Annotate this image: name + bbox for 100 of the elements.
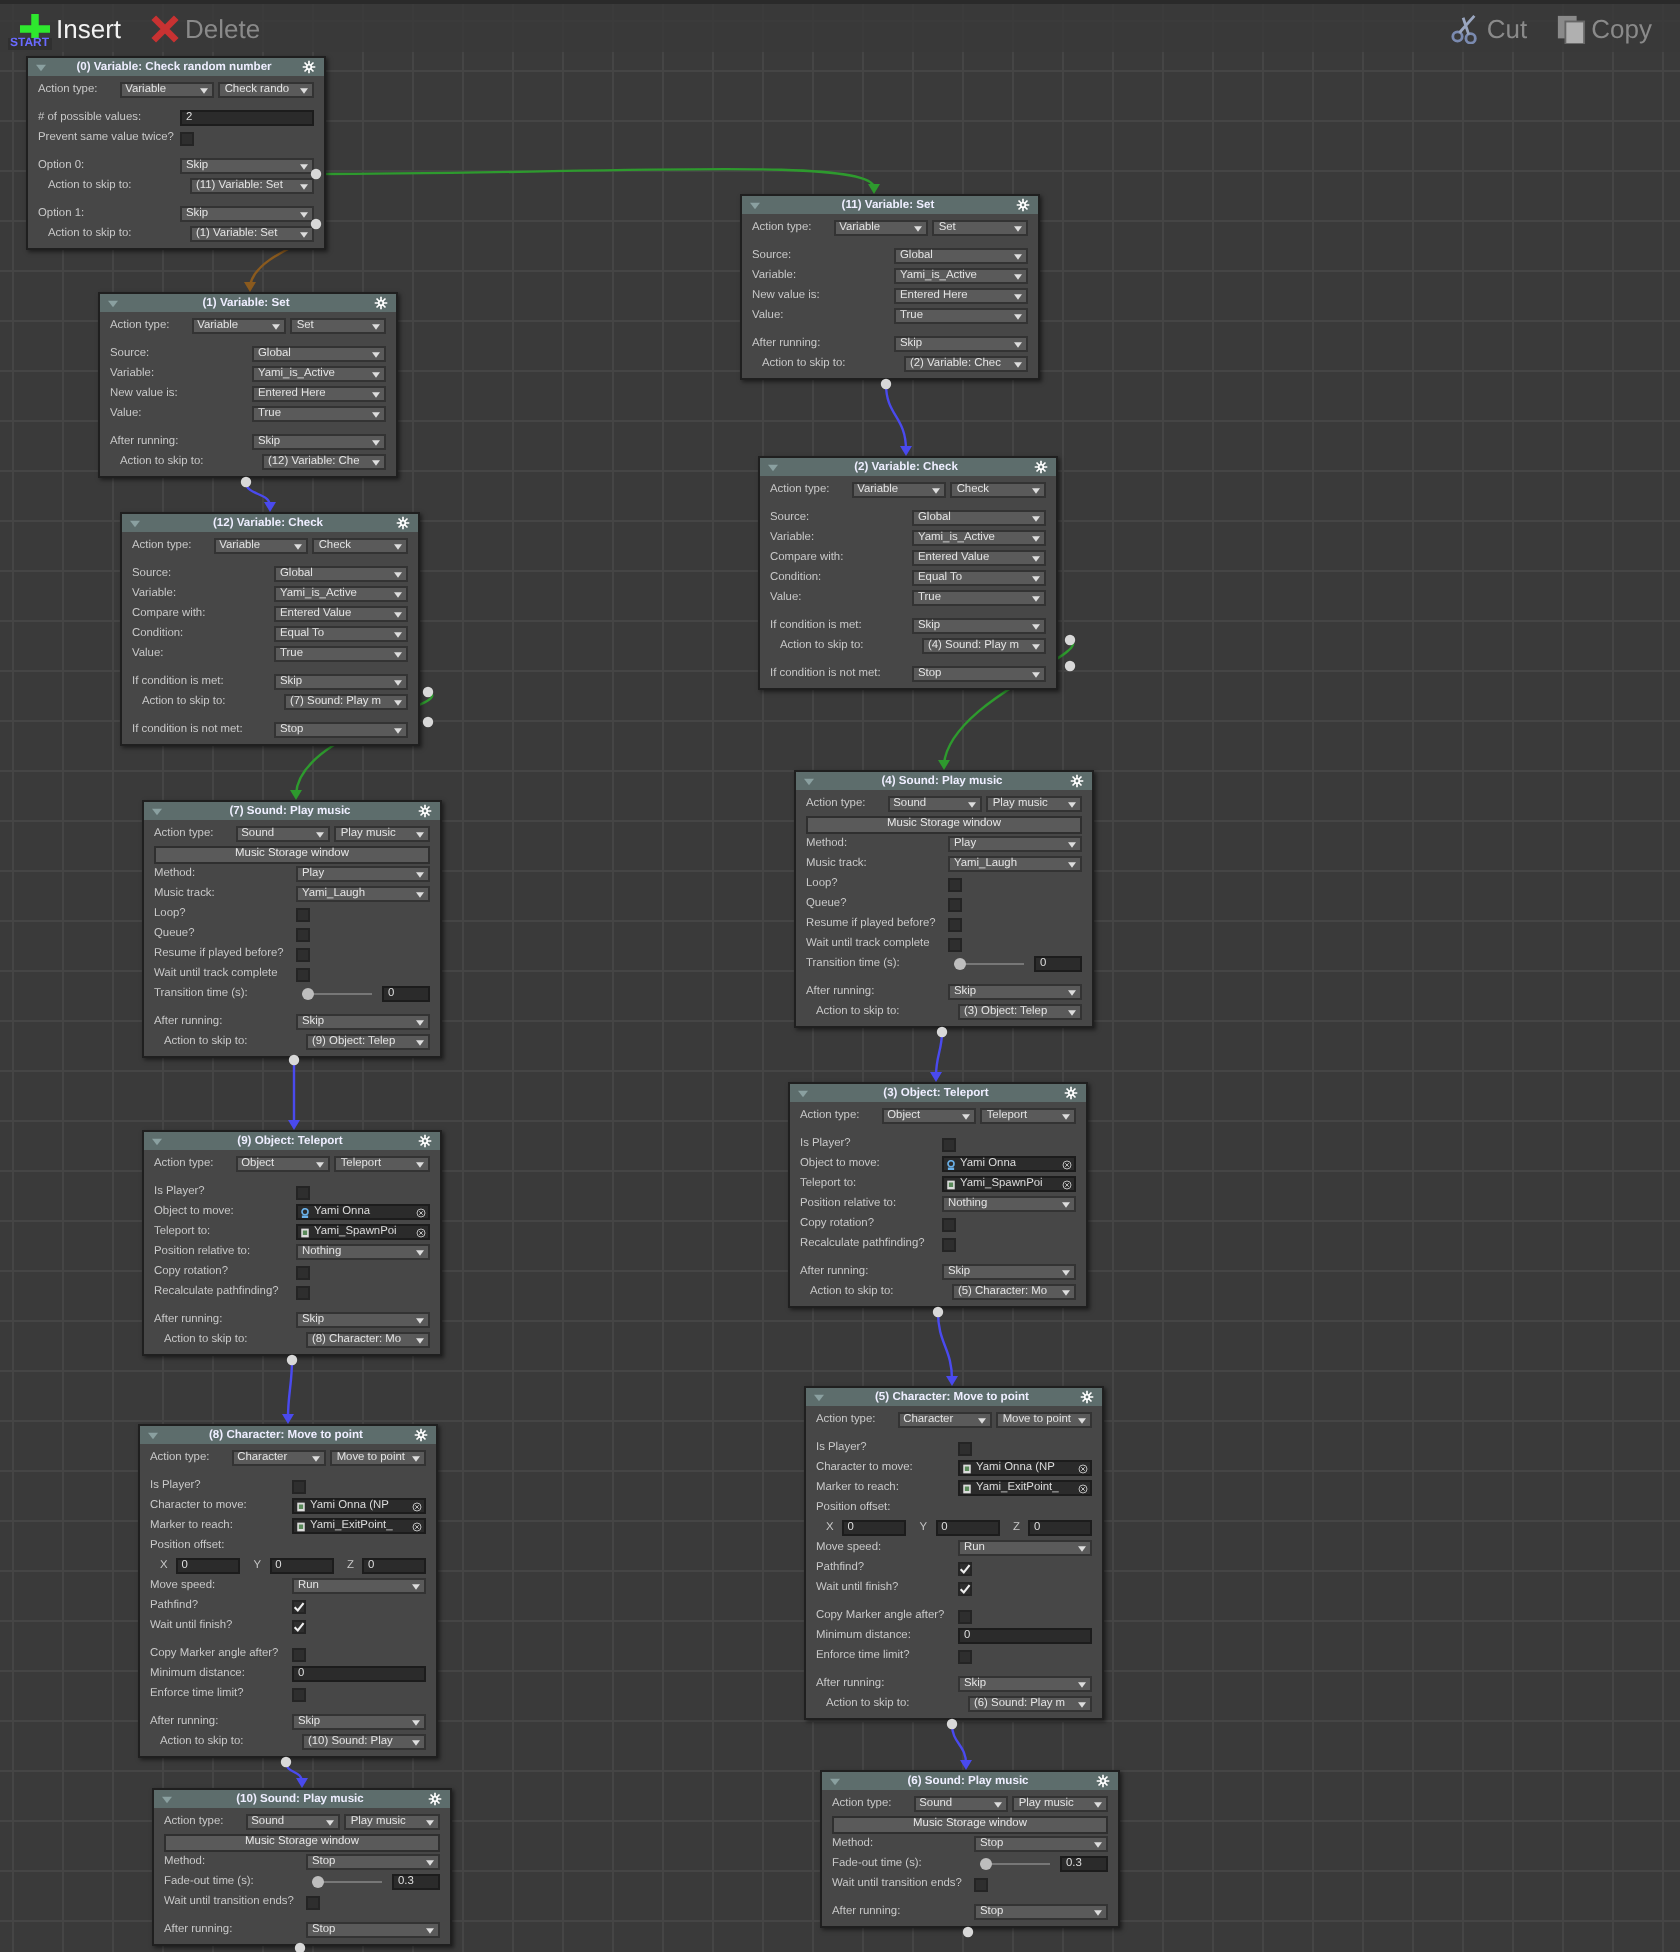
- slider[interactable]: [954, 958, 1024, 970]
- caret-icon: [372, 351, 380, 357]
- checkbox[interactable]: [296, 967, 310, 981]
- caret-icon: [394, 543, 402, 549]
- clear-icon[interactable]: [1062, 1179, 1072, 1189]
- caret-icon: [1032, 643, 1040, 649]
- port-dot[interactable]: [422, 716, 434, 728]
- person-icon: [946, 1159, 956, 1169]
- caret-icon: [394, 631, 402, 637]
- gear-icon[interactable]: [428, 1792, 442, 1806]
- slider-handle[interactable]: [312, 1876, 324, 1888]
- caret-icon: [416, 1039, 424, 1045]
- caret-icon: [416, 871, 424, 877]
- port-dot[interactable]: [946, 1718, 958, 1730]
- port-dot[interactable]: [1064, 660, 1076, 672]
- gear-icon[interactable]: [374, 296, 388, 310]
- gear-icon[interactable]: [1064, 1086, 1078, 1100]
- slider[interactable]: [302, 988, 372, 1000]
- checkbox[interactable]: [958, 1609, 972, 1623]
- gear-icon[interactable]: [1070, 774, 1084, 788]
- gear-icon[interactable]: [418, 1134, 432, 1148]
- checkbox[interactable]: [292, 1687, 306, 1701]
- gear-icon[interactable]: [1034, 460, 1048, 474]
- caret-icon: [1014, 293, 1022, 299]
- port-dot[interactable]: [1064, 634, 1076, 646]
- checkbox[interactable]: [296, 1265, 310, 1279]
- caret-icon: [412, 1719, 420, 1725]
- checkbox[interactable]: [948, 937, 962, 951]
- caret-icon: [416, 1337, 424, 1343]
- caret-icon: [326, 1819, 335, 1825]
- caret-icon: [1068, 861, 1076, 867]
- clear-icon[interactable]: [412, 1521, 422, 1531]
- checkbox[interactable]: [958, 1441, 972, 1455]
- caret-icon: [300, 183, 308, 189]
- clear-icon[interactable]: [1062, 1159, 1072, 1169]
- checkbox[interactable]: [948, 897, 962, 911]
- caret-icon: [394, 651, 402, 657]
- gear-icon[interactable]: [418, 804, 432, 818]
- checkbox[interactable]: [958, 1581, 972, 1595]
- caret-icon: [372, 439, 380, 445]
- checkbox[interactable]: [292, 1599, 306, 1613]
- caret-icon: [1014, 341, 1022, 347]
- checkbox[interactable]: [296, 1185, 310, 1199]
- port-dot[interactable]: [962, 1926, 974, 1938]
- caret-icon: [416, 1019, 424, 1025]
- clear-icon[interactable]: [412, 1501, 422, 1511]
- caret-icon: [1014, 225, 1022, 231]
- port-dot[interactable]: [310, 218, 322, 230]
- checkbox[interactable]: [948, 877, 962, 891]
- caret-icon: [394, 699, 402, 705]
- checkbox[interactable]: [948, 917, 962, 931]
- caret-icon: [316, 1161, 325, 1167]
- caret-icon: [412, 1583, 420, 1589]
- gear-icon[interactable]: [302, 60, 316, 74]
- checkbox[interactable]: [942, 1237, 956, 1251]
- caret-icon: [394, 591, 402, 597]
- clear-icon[interactable]: [416, 1227, 426, 1237]
- port-dot[interactable]: [936, 1026, 948, 1038]
- port-dot[interactable]: [286, 1354, 298, 1366]
- gear-icon[interactable]: [1096, 1774, 1110, 1788]
- clear-icon[interactable]: [1078, 1463, 1088, 1473]
- checkbox[interactable]: [296, 947, 310, 961]
- checkbox[interactable]: [958, 1649, 972, 1663]
- port-dot[interactable]: [880, 378, 892, 390]
- caret-icon: [372, 371, 380, 377]
- checkbox[interactable]: [974, 1877, 988, 1891]
- caret-icon: [994, 1801, 1003, 1807]
- port-dot[interactable]: [288, 1054, 300, 1066]
- clear-icon[interactable]: [1078, 1483, 1088, 1493]
- slider-handle[interactable]: [980, 1858, 992, 1870]
- port-dot[interactable]: [932, 1306, 944, 1318]
- checkbox[interactable]: [296, 927, 310, 941]
- port-dot[interactable]: [280, 1756, 292, 1768]
- slider-handle[interactable]: [302, 988, 314, 1000]
- caret-icon: [1014, 313, 1022, 319]
- checkbox[interactable]: [942, 1137, 956, 1151]
- port-dot[interactable]: [310, 168, 322, 180]
- checkbox[interactable]: [292, 1619, 306, 1633]
- port-dot[interactable]: [422, 686, 434, 698]
- checkbox[interactable]: [292, 1647, 306, 1661]
- checkbox[interactable]: [296, 907, 310, 921]
- slider[interactable]: [980, 1858, 1050, 1870]
- slider[interactable]: [312, 1876, 382, 1888]
- caret-icon: [394, 679, 402, 685]
- checkbox[interactable]: [958, 1561, 972, 1575]
- checkbox[interactable]: [942, 1217, 956, 1231]
- checkbox[interactable]: [296, 1285, 310, 1299]
- gear-icon[interactable]: [1016, 198, 1030, 212]
- gear-icon[interactable]: [396, 516, 410, 530]
- connector-arrow: [884, 383, 912, 456]
- checkbox[interactable]: [292, 1479, 306, 1493]
- clear-icon[interactable]: [416, 1207, 426, 1217]
- port-dot[interactable]: [240, 476, 252, 488]
- gear-icon[interactable]: [1080, 1390, 1094, 1404]
- checkbox[interactable]: [180, 131, 194, 145]
- slider-handle[interactable]: [954, 958, 966, 970]
- gear-icon[interactable]: [414, 1428, 428, 1442]
- caret-icon: [1078, 1417, 1086, 1423]
- checkbox[interactable]: [306, 1895, 320, 1909]
- caret-icon: [1032, 515, 1040, 521]
